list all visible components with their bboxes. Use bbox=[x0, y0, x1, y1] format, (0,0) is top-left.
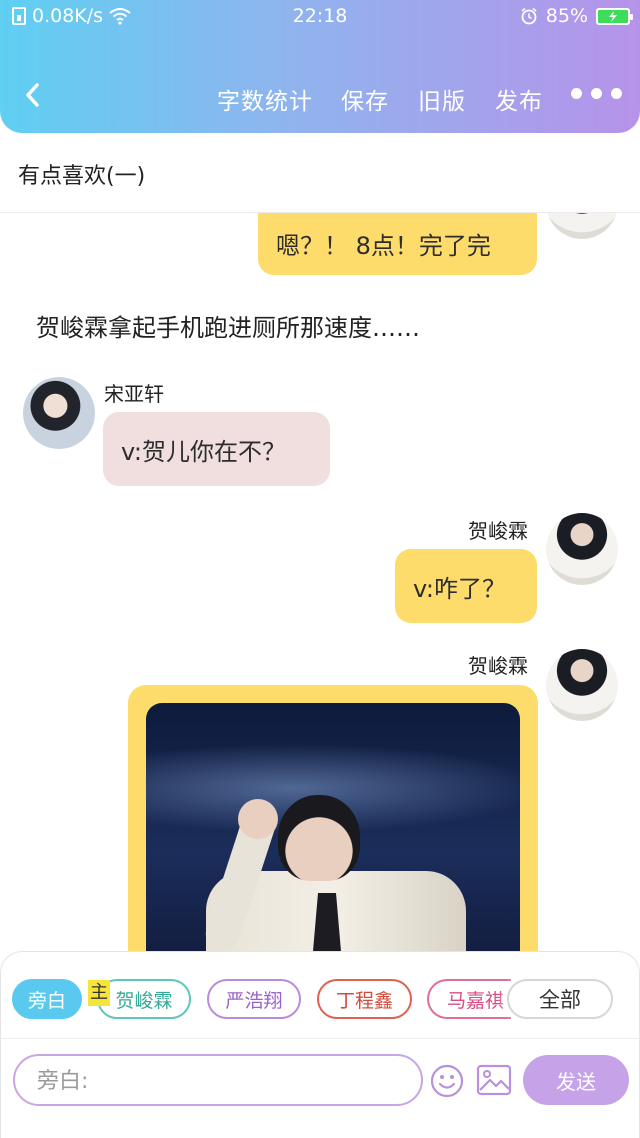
sender-name: 贺峻霖 bbox=[468, 654, 528, 678]
message-bubble[interactable]: v:贺儿你在不？ bbox=[103, 412, 330, 486]
character-chip[interactable]: 旁白 bbox=[12, 979, 82, 1019]
avatar[interactable] bbox=[546, 213, 618, 239]
app-header: 0.08K/s 22:18 85% 字数统计 保存 旧版 发布 bbox=[0, 0, 640, 133]
emoji-icon[interactable] bbox=[430, 1064, 464, 1098]
avatar[interactable] bbox=[23, 377, 95, 449]
battery-level: 85% bbox=[545, 5, 588, 27]
document-title[interactable]: 有点喜欢(一) bbox=[18, 158, 145, 190]
publish-button[interactable]: 发布 bbox=[495, 82, 543, 116]
message-input[interactable] bbox=[37, 1065, 397, 1097]
more-icon[interactable] bbox=[571, 88, 622, 99]
sender-name: 宋亚轩 bbox=[104, 382, 164, 406]
back-icon[interactable] bbox=[20, 80, 46, 110]
battery-icon bbox=[596, 7, 633, 25]
divider bbox=[1, 1038, 640, 1039]
image-message[interactable] bbox=[128, 685, 538, 953]
editor-toolbar: 字数统计 保存 旧版 发布 bbox=[0, 60, 640, 130]
status-bar: 0.08K/s 22:18 85% bbox=[0, 0, 640, 34]
main-character-tag: 主 bbox=[88, 980, 110, 1006]
alarm-icon bbox=[521, 7, 537, 25]
chat-area[interactable]: 嗯？！ 8点！完了完 贺峻霖拿起手机跑进厕所那速度…… 宋亚轩 v:贺儿你在不？… bbox=[0, 213, 640, 953]
avatar[interactable] bbox=[546, 513, 618, 585]
all-characters-button[interactable]: 全部 bbox=[507, 979, 613, 1019]
narration-text[interactable]: 贺峻霖拿起手机跑进厕所那速度…… bbox=[36, 308, 420, 343]
avatar[interactable] bbox=[546, 649, 618, 721]
message-input-box[interactable] bbox=[13, 1054, 423, 1106]
sender-name: 贺峻霖 bbox=[468, 519, 528, 543]
character-chip[interactable]: 马嘉祺 bbox=[427, 979, 511, 1019]
character-chip[interactable]: 丁程鑫 bbox=[317, 979, 412, 1019]
image-icon[interactable] bbox=[476, 1064, 512, 1096]
message-bubble[interactable]: v:咋了？ bbox=[395, 549, 537, 623]
composer-panel: 旁白 贺峻霖 主 严浩翔 丁程鑫 马嘉祺 全部 发送 bbox=[0, 951, 640, 1138]
document-title-bar: 有点喜欢(一) bbox=[0, 133, 640, 213]
word-count-button[interactable]: 字数统计 bbox=[217, 82, 313, 116]
message-bubble[interactable]: 嗯？！ 8点！完了完 bbox=[258, 213, 537, 275]
character-chip[interactable]: 严浩翔 bbox=[207, 979, 301, 1019]
save-button[interactable]: 保存 bbox=[341, 82, 389, 116]
photo[interactable] bbox=[146, 703, 520, 953]
character-chip[interactable]: 贺峻霖 bbox=[97, 979, 191, 1019]
send-button[interactable]: 发送 bbox=[523, 1055, 629, 1105]
old-version-button[interactable]: 旧版 bbox=[418, 82, 466, 116]
